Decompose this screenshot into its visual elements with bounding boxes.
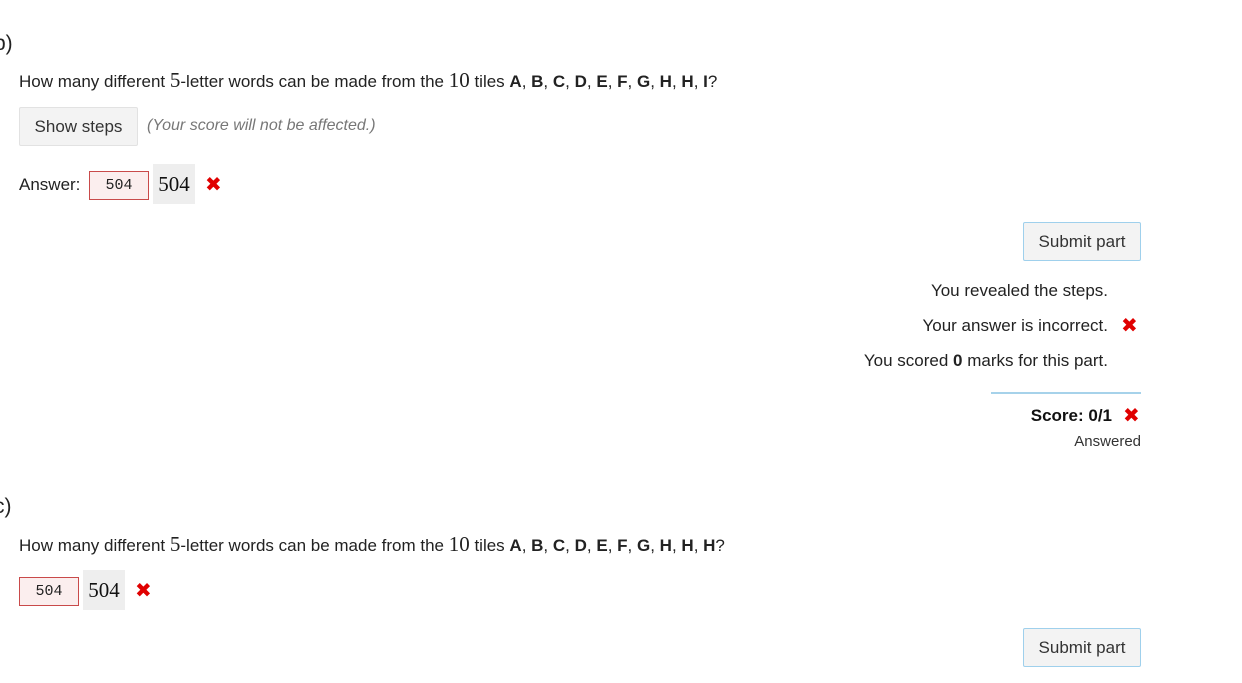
part-score: Score: 0/1 xyxy=(1030,406,1112,425)
part-label: c) xyxy=(0,495,12,518)
tile-letter: E xyxy=(596,72,608,91)
feedback-incorrect: Your answer is incorrect. xyxy=(922,316,1108,335)
answer-status: Answered xyxy=(1074,433,1141,450)
tile-separator: , xyxy=(607,536,618,555)
tile-separator: , xyxy=(565,72,575,91)
steps-hint: (Your score will not be affected.) xyxy=(147,117,376,134)
tile-separator: , xyxy=(586,72,597,91)
prompt-text: ? xyxy=(715,536,725,555)
marks-value: 0 xyxy=(953,351,963,370)
tile-letter: C xyxy=(552,536,566,555)
tile-separator: , xyxy=(543,536,553,555)
prompt-text: -letter words can be made from the xyxy=(180,536,449,555)
tile-separator: , xyxy=(607,72,618,91)
tile-letter: C xyxy=(552,72,566,91)
show-steps-button[interactable]: Show steps xyxy=(19,107,138,146)
prompt-text: ? xyxy=(707,72,718,91)
cross-icon: ✖ xyxy=(205,172,222,196)
tile-letter: E xyxy=(596,536,608,555)
divider xyxy=(991,392,1141,394)
math-number: 5 xyxy=(169,68,181,92)
tile-letter: H xyxy=(659,536,672,555)
tile-letter: B xyxy=(531,72,544,91)
tile-letter: G xyxy=(636,72,651,91)
tile-letter: H xyxy=(681,536,694,555)
tile-separator: , xyxy=(586,536,597,555)
answer-input[interactable]: 504 xyxy=(19,577,79,606)
cross-icon: ✖ xyxy=(1123,403,1140,427)
tile-separator: , xyxy=(521,536,532,555)
prompt-text: How many different xyxy=(19,72,170,91)
submit-part-button[interactable]: Submit part xyxy=(1023,222,1141,261)
tile-separator: , xyxy=(650,536,660,555)
cross-icon: ✖ xyxy=(135,578,152,602)
tile-letter: B xyxy=(531,536,544,555)
prompt-text: tiles xyxy=(469,72,510,91)
tile-separator: , xyxy=(650,72,660,91)
tile-list: A, B, C, D, E, F, G, H, H, H xyxy=(509,536,715,555)
tile-separator: , xyxy=(543,72,553,91)
tile-separator: , xyxy=(565,536,575,555)
feedback-text: marks for this part. xyxy=(962,351,1108,370)
prompt-text: -letter words can be made from the xyxy=(180,72,449,91)
tile-letter: H xyxy=(703,536,716,555)
tile-letter: G xyxy=(636,536,651,555)
tile-letter: D xyxy=(574,72,587,91)
submit-part-button[interactable]: Submit part xyxy=(1023,628,1141,667)
tile-separator: , xyxy=(693,536,704,555)
question-prompt: How many different 5-letter words can be… xyxy=(19,68,717,93)
feedback-revealed: You revealed the steps. xyxy=(930,281,1108,300)
tile-letter: A xyxy=(509,72,522,91)
feedback-score: You scored 0 marks for this part. xyxy=(864,351,1108,371)
prompt-text: tiles xyxy=(469,536,510,555)
tile-separator: , xyxy=(693,72,704,91)
answer-input[interactable]: 504 xyxy=(89,171,149,200)
tile-separator: , xyxy=(627,536,637,555)
answer-label: Answer: xyxy=(19,175,81,194)
tile-letter: D xyxy=(574,536,587,555)
part-label: b) xyxy=(0,32,13,55)
math-number: 10 xyxy=(448,68,470,92)
tile-separator: , xyxy=(671,72,682,91)
tile-separator: , xyxy=(521,72,532,91)
tile-letter: F xyxy=(617,72,628,91)
prompt-text: How many different xyxy=(19,536,170,555)
tile-letter: H xyxy=(681,72,694,91)
tile-letter: F xyxy=(617,536,628,555)
answer-preview: 504 xyxy=(83,570,125,610)
feedback-text: You scored xyxy=(863,351,954,370)
math-number: 10 xyxy=(448,532,470,556)
tile-list: A, B, C, D, E, F, G, H, H, I xyxy=(509,72,707,91)
cross-icon: ✖ xyxy=(1121,313,1138,337)
tile-separator: , xyxy=(671,536,682,555)
tile-letter: A xyxy=(509,536,522,555)
tile-separator: , xyxy=(627,72,637,91)
question-prompt: How many different 5-letter words can be… xyxy=(19,532,725,557)
math-number: 5 xyxy=(169,532,181,556)
answer-preview: 504 xyxy=(153,164,195,204)
tile-letter: H xyxy=(659,72,672,91)
